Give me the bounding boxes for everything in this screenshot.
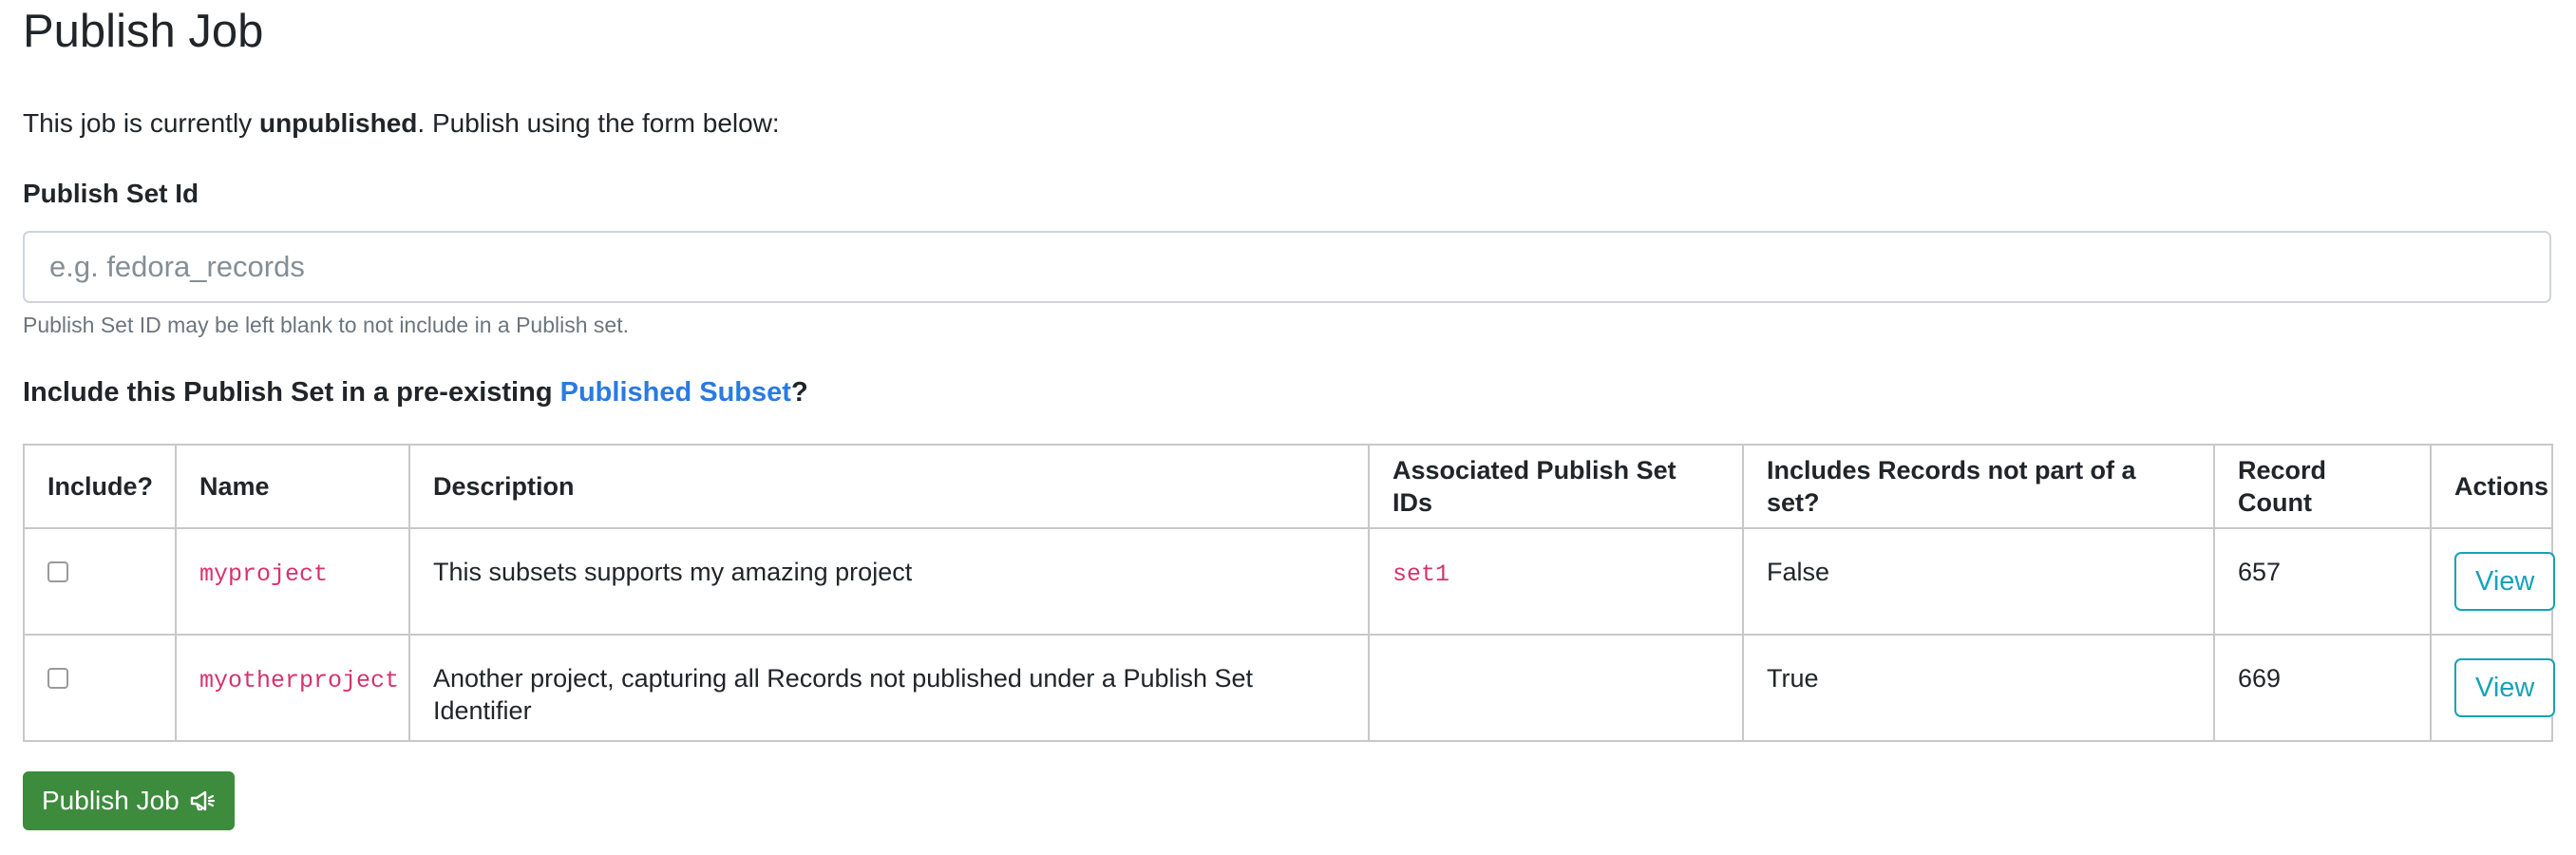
page-title: Publish Job (23, 6, 264, 57)
status-prefix: This job is currently (23, 108, 259, 138)
subset-question: Include this Publish Set in a pre-existi… (23, 374, 808, 410)
header-includes-records: Includes Records not part of a set? (1742, 444, 2215, 529)
subset-question-prefix: Include this Publish Set in a pre-existi… (23, 377, 560, 408)
record-count-cell: 669 (2213, 634, 2432, 742)
published-subset-link[interactable]: Published Subset (560, 377, 791, 408)
table-row: myproject This subsets supports my amazi… (23, 527, 2556, 636)
name-cell: myproject (175, 527, 410, 636)
publish-set-id-help: Publish Set ID may be left blank to not … (23, 313, 629, 337)
include-cell (23, 634, 177, 742)
subset-question-suffix: ? (790, 377, 808, 408)
description-cell: This subsets supports my amazing project (408, 527, 1370, 636)
publish-job-label: Publish Job (42, 786, 180, 815)
includes-records-cell: True (1742, 634, 2215, 742)
status-state: unpublished (258, 108, 418, 138)
publish-job-page: Publish Job This job is currently unpubl… (0, 0, 2576, 855)
actions-cell: View (2430, 527, 2556, 636)
megaphone-icon (189, 789, 216, 812)
header-actions: Actions (2430, 444, 2553, 529)
header-record-count: Record Count (2213, 444, 2432, 529)
publish-set-id-input[interactable] (23, 231, 2551, 303)
status-suffix: . Publish using the form below: (417, 108, 780, 138)
header-include: Include? (23, 444, 177, 529)
subset-name: myotherproject (199, 667, 400, 694)
header-description: Description (408, 444, 1370, 529)
table-row: myotherproject Another project, capturin… (23, 634, 2556, 742)
description-cell: Another project, capturing all Records n… (408, 634, 1370, 742)
publish-set-id-label: Publish Set Id (23, 179, 199, 208)
include-checkbox[interactable] (47, 561, 68, 582)
subset-name: myproject (199, 560, 329, 588)
associated-cell (1368, 634, 1744, 742)
header-name: Name (175, 444, 410, 529)
name-cell: myotherproject (175, 634, 410, 742)
record-count-cell: 657 (2213, 527, 2432, 636)
header-associated-set-ids: Associated Publish Set IDs (1368, 444, 1744, 529)
includes-records-cell: False (1742, 527, 2215, 636)
view-button[interactable]: View (2454, 658, 2556, 717)
associated-set-id: set1 (1392, 560, 1450, 588)
include-cell (23, 527, 177, 636)
actions-cell: View (2430, 634, 2556, 742)
publish-status-text: This job is currently unpublished. Publi… (23, 106, 780, 141)
view-button[interactable]: View (2454, 552, 2556, 611)
table-header-row: Include? Name Description Associated Pub… (23, 444, 2553, 529)
include-checkbox[interactable] (47, 668, 68, 689)
associated-cell: set1 (1368, 527, 1744, 636)
publish-job-button[interactable]: Publish Job (23, 771, 235, 830)
published-subsets-table: Include? Name Description Associated Pub… (23, 444, 2556, 742)
